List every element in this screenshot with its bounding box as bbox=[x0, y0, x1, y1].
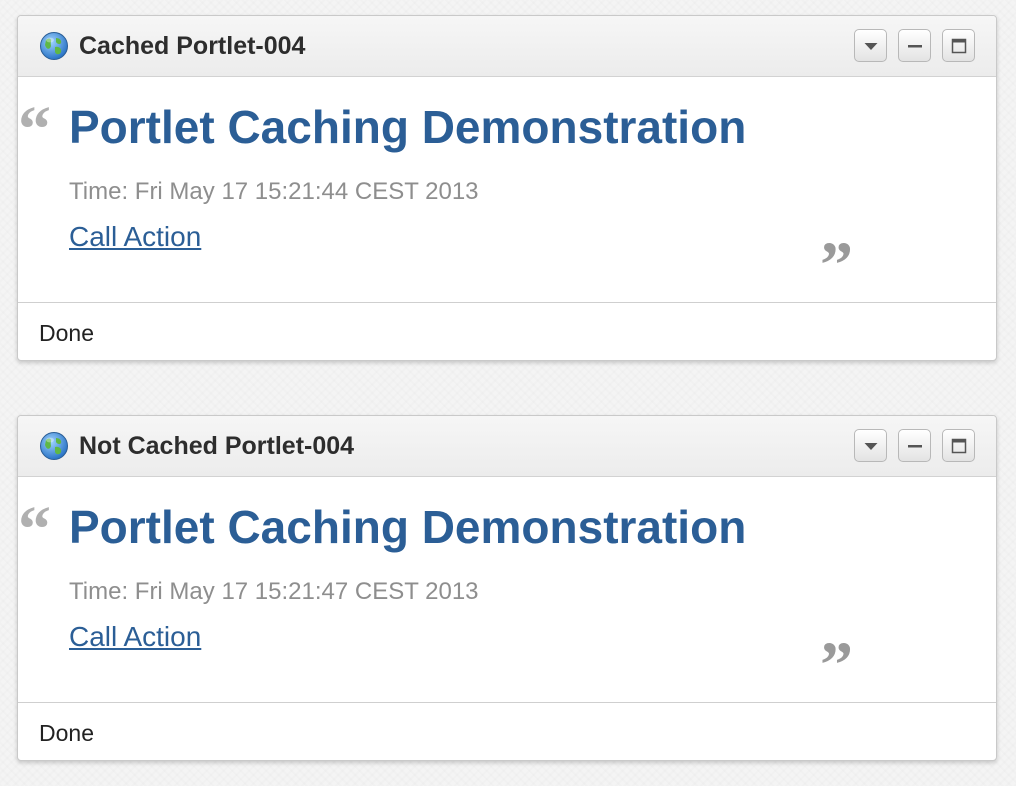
portlet-footer: Done bbox=[18, 703, 996, 760]
close-quote-icon: ” bbox=[820, 629, 853, 702]
portlet-body: “ Portlet Caching Demonstration Time: Fr… bbox=[18, 77, 996, 303]
portlet-footer: Done bbox=[18, 303, 996, 360]
timestamp-text: Time: Fri May 17 15:21:47 CEST 2013 bbox=[69, 578, 479, 605]
dropdown-icon bbox=[864, 43, 878, 50]
dropdown-icon bbox=[864, 443, 878, 450]
maximize-button[interactable] bbox=[942, 29, 975, 62]
timestamp-text: Time: Fri May 17 15:21:44 CEST 2013 bbox=[69, 178, 479, 205]
minimize-button[interactable] bbox=[898, 29, 931, 62]
globe-icon bbox=[40, 432, 68, 460]
close-quote-icon: ” bbox=[820, 229, 853, 302]
status-text: Done bbox=[39, 720, 94, 746]
maximize-button[interactable] bbox=[942, 429, 975, 462]
call-action-link[interactable]: Call Action bbox=[69, 220, 201, 254]
maximize-icon bbox=[951, 438, 967, 454]
demo-heading: Portlet Caching Demonstration bbox=[69, 101, 747, 153]
minimize-icon bbox=[908, 45, 922, 48]
portlet-title: Not Cached Portlet-004 bbox=[79, 432, 355, 460]
status-text: Done bbox=[39, 320, 94, 346]
open-quote-icon: “ bbox=[18, 93, 51, 166]
portlet-controls bbox=[843, 29, 975, 62]
minimize-icon bbox=[908, 445, 922, 448]
portlet-not-cached: Not Cached Portlet-004 “ Portlet Caching… bbox=[17, 415, 997, 761]
portlet-body: “ Portlet Caching Demonstration Time: Fr… bbox=[18, 477, 996, 703]
portlet-cached: Cached Portlet-004 “ Portlet Caching Dem… bbox=[17, 15, 997, 361]
portlet-controls bbox=[843, 429, 975, 462]
globe-icon bbox=[40, 32, 68, 60]
open-quote-icon: “ bbox=[18, 493, 51, 566]
portlet-title: Cached Portlet-004 bbox=[79, 32, 306, 60]
portlet-header: Cached Portlet-004 bbox=[18, 16, 996, 77]
call-action-link[interactable]: Call Action bbox=[69, 620, 201, 654]
dropdown-button[interactable] bbox=[854, 429, 887, 462]
dropdown-button[interactable] bbox=[854, 29, 887, 62]
demo-heading: Portlet Caching Demonstration bbox=[69, 501, 747, 553]
portlet-header: Not Cached Portlet-004 bbox=[18, 416, 996, 477]
minimize-button[interactable] bbox=[898, 429, 931, 462]
maximize-icon bbox=[951, 38, 967, 54]
